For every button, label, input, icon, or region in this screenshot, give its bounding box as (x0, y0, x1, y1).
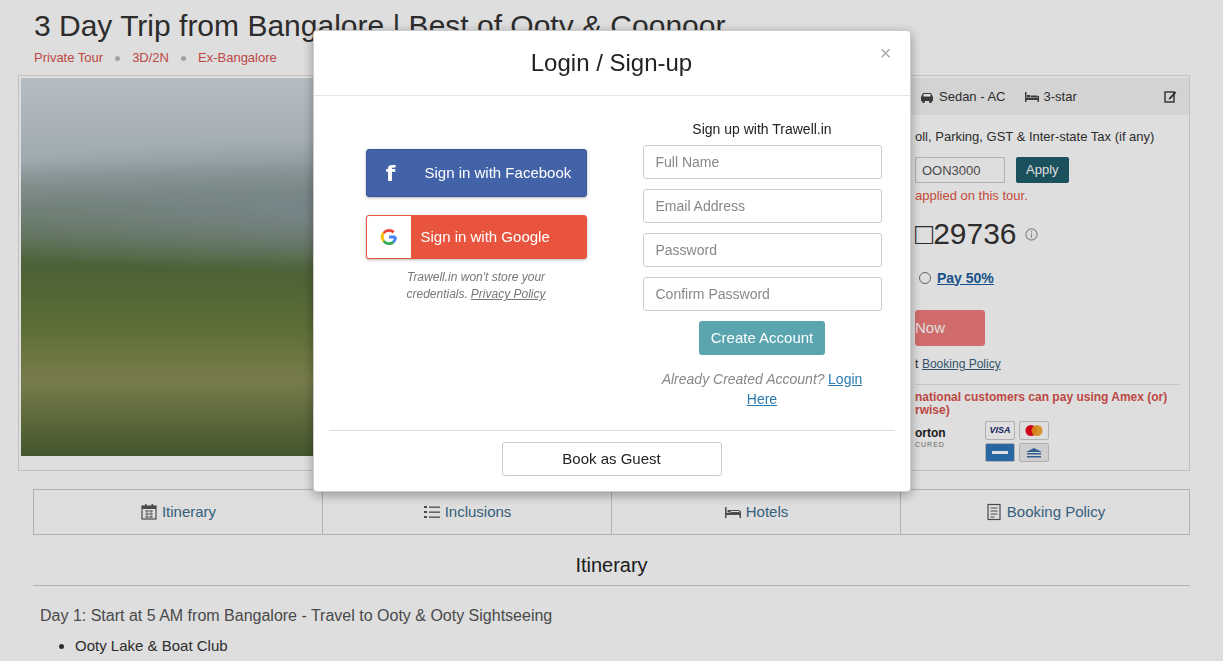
signup-fields (643, 145, 882, 311)
google-icon (367, 216, 411, 258)
close-button[interactable]: × (876, 41, 896, 65)
signup-title: Sign up with Trawell.in (643, 119, 882, 139)
modal-footer: Book as Guest (329, 430, 895, 491)
signup-field[interactable] (643, 233, 882, 267)
modal-header: Login / Sign-up × (314, 31, 910, 96)
login-prompt: Already Created Account?Login Here (643, 369, 882, 409)
facebook-icon: f (367, 150, 415, 196)
privacy-policy-link[interactable]: Privacy Policy (471, 287, 546, 301)
button-label: Sign in with Facebook (415, 162, 572, 185)
google-signin-button[interactable]: Sign in with Google (366, 215, 587, 259)
signup-field[interactable] (643, 277, 882, 311)
signup-field[interactable] (643, 189, 882, 223)
disclaimer: Trawell.in won't store your credentials.… (366, 269, 587, 303)
login-dialog: Login / Sign-up×fSign in with FacebookSi… (313, 30, 911, 492)
modal-title: Login / Sign-up (531, 48, 692, 78)
prompt-text: Already Created Account? (662, 371, 825, 387)
modal-backdrop: Login / Sign-up×fSign in with FacebookSi… (0, 0, 1223, 661)
social-login: fSign in with Facebook Sign in with Googl… (366, 149, 587, 409)
google-logo-icon (379, 227, 399, 247)
modal-body: fSign in with Facebook Sign in with Googl… (314, 96, 910, 430)
signup-field[interactable] (643, 145, 882, 179)
create-account-button[interactable]: Create Account (699, 321, 825, 355)
signup-form: Sign up with Trawell.in Create Account Alr… (643, 119, 882, 409)
button-label: Sign in with Google (411, 226, 550, 249)
book-as-guest-button[interactable]: Book as Guest (502, 442, 722, 476)
facebook-signin-button[interactable]: fSign in with Facebook (366, 149, 587, 197)
